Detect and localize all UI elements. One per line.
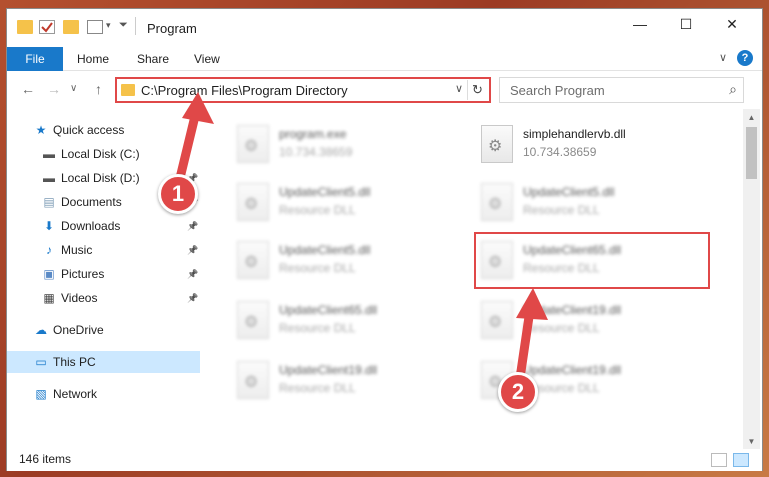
annotation-arrows: [175, 92, 548, 383]
step-2-badge: 2: [498, 372, 538, 412]
arrow-1: [175, 107, 201, 183]
arrow-2-head: [516, 288, 548, 320]
step-1-badge: 1: [158, 174, 198, 214]
arrow-2: [515, 305, 535, 383]
arrow-1-head: [182, 92, 214, 124]
